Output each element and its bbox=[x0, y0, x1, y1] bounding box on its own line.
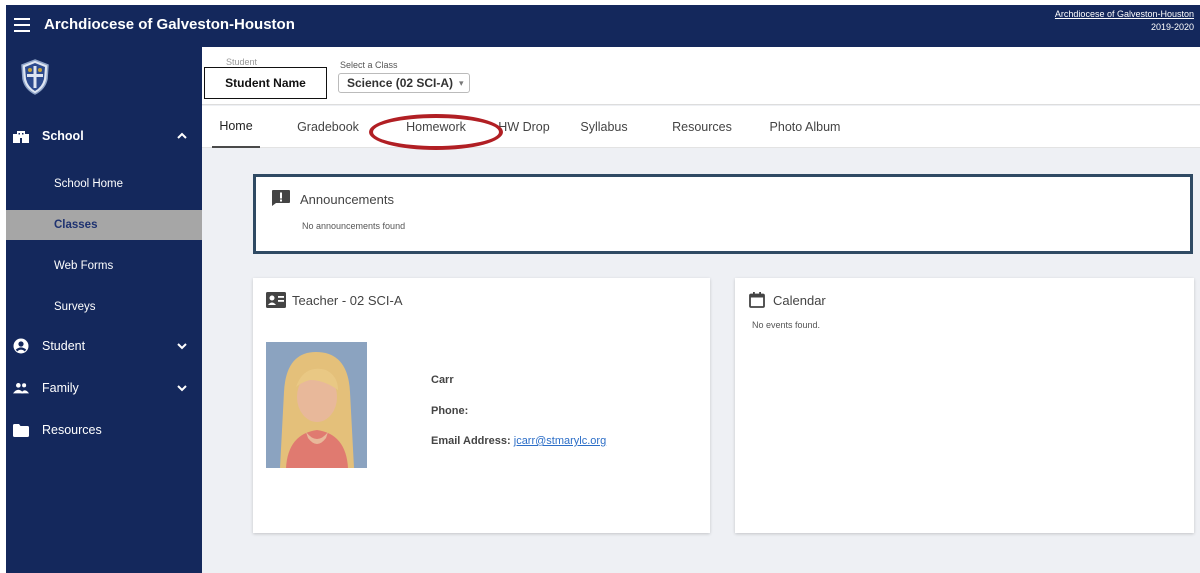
tab-resources[interactable]: Resources bbox=[670, 106, 734, 148]
contact-card-icon bbox=[266, 292, 286, 308]
chevron-down-icon bbox=[177, 343, 187, 350]
class-select-label: Select a Class bbox=[340, 60, 398, 70]
people-icon bbox=[13, 380, 29, 396]
app-frame: Archdiocese of Galveston-Houston Archdio… bbox=[6, 5, 1200, 573]
student-field-label: Student bbox=[226, 57, 258, 67]
tab-photo-album[interactable]: Photo Album bbox=[768, 106, 842, 148]
sidebar-item-label: Web Forms bbox=[54, 260, 114, 272]
sidebar-item-school-home[interactable]: School Home bbox=[6, 169, 202, 199]
teacher-card: Teacher - 02 SCI-A Carr Phone: Email Add… bbox=[253, 278, 710, 533]
sidebar-item-label: Surveys bbox=[54, 301, 96, 313]
class-select[interactable]: Science (02 SCI-A) ▾ bbox=[338, 73, 470, 93]
calendar-card: Calendar No events found. bbox=[735, 278, 1194, 533]
sidebar-item-classes[interactable]: Classes bbox=[6, 210, 202, 240]
sidebar-item-label: Classes bbox=[54, 219, 98, 231]
calendar-empty-text: No events found. bbox=[752, 320, 821, 330]
teacher-photo bbox=[266, 342, 367, 468]
calendar-title: Calendar bbox=[773, 293, 826, 308]
teacher-card-title: Teacher - 02 SCI-A bbox=[292, 293, 403, 308]
teacher-phone-label: Phone: bbox=[431, 405, 469, 417]
sidebar-item-web-forms[interactable]: Web Forms bbox=[6, 251, 202, 281]
top-bar: Archdiocese of Galveston-Houston Archdio… bbox=[6, 5, 1200, 47]
menu-icon[interactable] bbox=[14, 18, 30, 32]
calendar-icon bbox=[749, 292, 765, 308]
announcements-title: Announcements bbox=[300, 192, 394, 207]
homework-highlight-ring bbox=[369, 114, 503, 150]
tab-home[interactable]: Home bbox=[212, 106, 260, 148]
sidebar-section-label: Family bbox=[42, 381, 79, 395]
app-title: Archdiocese of Galveston-Houston bbox=[44, 16, 295, 33]
folder-icon bbox=[13, 422, 29, 438]
sidebar-section-family[interactable]: Family bbox=[6, 371, 202, 405]
sidebar-section-school[interactable]: School bbox=[6, 119, 202, 153]
organization-link[interactable]: Archdiocese of Galveston-Houston bbox=[1055, 9, 1194, 19]
sidebar: School School Home Classes Web Forms Sur… bbox=[6, 47, 202, 573]
chevron-up-icon bbox=[177, 132, 187, 139]
announcements-empty-text: No announcements found bbox=[302, 221, 406, 231]
class-select-value: Science (02 SCI-A) bbox=[347, 76, 454, 90]
class-header: Student Student Name Select a Class Scie… bbox=[202, 47, 1200, 105]
school-crest-logo bbox=[21, 59, 49, 95]
tab-syllabus[interactable]: Syllabus bbox=[574, 106, 634, 148]
sidebar-section-label: Resources bbox=[42, 423, 102, 437]
dropdown-caret-icon: ▾ bbox=[459, 77, 464, 88]
teacher-email-label: Email Address: bbox=[431, 435, 511, 447]
chevron-down-icon bbox=[177, 385, 187, 392]
sidebar-item-label: School Home bbox=[54, 178, 124, 190]
announcement-icon bbox=[272, 190, 290, 206]
sidebar-section-student[interactable]: Student bbox=[6, 329, 202, 363]
school-building-icon bbox=[13, 128, 29, 144]
sidebar-section-label: School bbox=[42, 129, 84, 143]
sidebar-item-surveys[interactable]: Surveys bbox=[6, 292, 202, 322]
student-name-field[interactable]: Student Name bbox=[204, 67, 327, 99]
sidebar-section-resources[interactable]: Resources bbox=[6, 413, 202, 447]
teacher-email-link[interactable]: jcarr@stmarylc.org bbox=[514, 435, 606, 447]
teacher-name: Carr bbox=[431, 374, 454, 386]
announcements-card: Announcements No announcements found bbox=[253, 174, 1193, 254]
class-tabs: Home Gradebook Homework HW Drop Syllabus… bbox=[202, 106, 1200, 150]
person-circle-icon bbox=[13, 338, 29, 354]
tab-hw-drop[interactable]: HW Drop bbox=[494, 106, 554, 148]
school-year: 2019-2020 bbox=[1150, 22, 1194, 32]
tab-gradebook[interactable]: Gradebook bbox=[288, 106, 368, 148]
teacher-email-row: Email Address: jcarr@stmarylc.org bbox=[431, 435, 606, 447]
sidebar-section-label: Student bbox=[42, 339, 86, 353]
